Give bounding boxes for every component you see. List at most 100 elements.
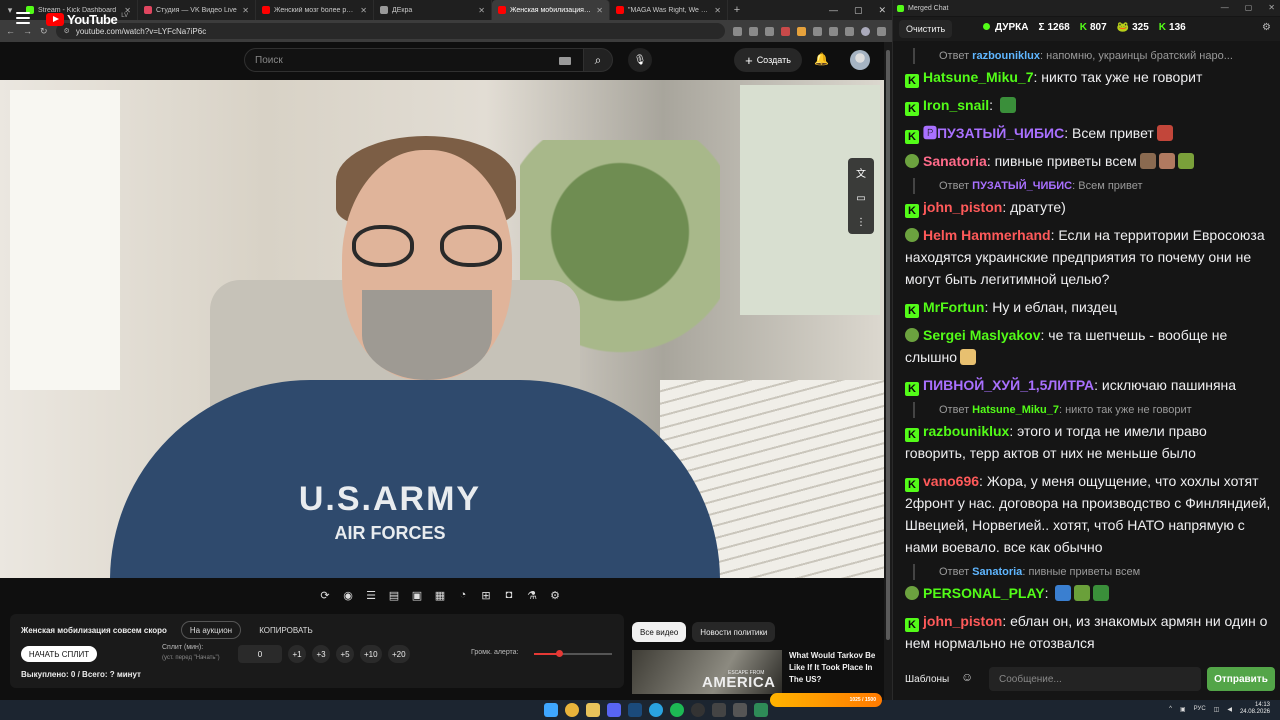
clear-chat-button[interactable]: Очистить	[899, 20, 953, 38]
minimize-icon[interactable]: —	[1221, 3, 1229, 12]
download-icon[interactable]	[845, 26, 854, 36]
reply-to-nick[interactable]: Hatsune_Miku_7	[972, 404, 1059, 416]
copy-button[interactable]: КОПИРОВАТЬ	[250, 621, 322, 639]
youtube-logo[interactable]: YouTube LV	[46, 12, 128, 27]
chat-message-list[interactable]: Ответ razbouniklux: напомню, украинцы бр…	[893, 48, 1280, 658]
settings-gear-icon[interactable]: ⚙	[548, 588, 562, 602]
clock[interactable]: 14:13 24.08.2026	[1240, 702, 1270, 716]
more-vert-icon[interactable]: ⋮	[856, 217, 866, 228]
maximize-icon[interactable]: ▢	[1245, 3, 1253, 12]
site-info-icon[interactable]: ⚙	[64, 27, 70, 35]
loop-icon[interactable]: ⟳	[318, 588, 332, 602]
chat-nick[interactable]: john_piston	[923, 613, 1002, 629]
pip-icon[interactable]: ▣	[410, 588, 424, 602]
network-icon[interactable]: ◫	[1214, 706, 1220, 713]
reply-to-nick[interactable]: ПУЗАТЫЙ_ЧИБИС	[972, 180, 1072, 192]
chat-nick[interactable]: vano696	[923, 473, 979, 489]
hamburger-menu-icon[interactable]	[16, 12, 30, 24]
zoom-icon[interactable]	[733, 26, 742, 36]
volume-icon[interactable]: ◀	[1227, 706, 1232, 713]
alert-volume-handle[interactable]	[555, 650, 563, 657]
send-button[interactable]: Отправить	[1207, 667, 1275, 691]
maximize-icon[interactable]: ▢	[854, 5, 863, 16]
browser-tab[interactable]: Студия — VK Видео Live ✕	[138, 0, 256, 20]
chat-nick[interactable]: 🅿ПУЗАТЫЙ_ЧИБИС	[923, 125, 1064, 141]
audio-icon[interactable]: ◉	[341, 588, 355, 602]
extension-icon[interactable]	[749, 26, 758, 36]
chrome-icon[interactable]	[565, 703, 579, 717]
chat-nick[interactable]: Iron_snail	[923, 97, 989, 113]
chat-nick[interactable]: PERSONAL_PLAY	[923, 585, 1045, 601]
tab-close-icon[interactable]: ✕	[242, 6, 249, 15]
recommendation-title[interactable]: What Would Tarkov Be Like If It Took Pla…	[789, 650, 881, 686]
voice-search-button[interactable]: 🎙	[628, 48, 652, 72]
keyboard-icon[interactable]	[559, 57, 571, 65]
clapper-icon[interactable]: ▤	[387, 588, 401, 602]
start-split-button[interactable]: НАЧАТЬ СПЛИТ	[21, 646, 97, 662]
menu-icon[interactable]	[877, 26, 886, 36]
app-icon[interactable]	[733, 703, 747, 717]
translate-icon[interactable]: 文	[856, 165, 866, 180]
puzzle-icon[interactable]	[829, 26, 838, 36]
forward-icon[interactable]: →	[23, 26, 32, 36]
language-indicator[interactable]: РУС	[1194, 706, 1206, 712]
chat-nick[interactable]: Helm Hammerhand	[923, 227, 1051, 243]
extension-icon[interactable]	[813, 26, 822, 36]
discord-icon[interactable]	[607, 703, 621, 717]
templates-button[interactable]: Шаблоны	[899, 667, 955, 691]
filter-chip[interactable]: Новости политики	[692, 622, 776, 642]
browser-tab[interactable]: Женский мозг более развит ✕	[256, 0, 374, 20]
app-icon[interactable]	[754, 703, 768, 717]
alert-volume-slider[interactable]	[534, 650, 612, 657]
close-icon[interactable]: ✕	[878, 5, 886, 16]
split-increment-button[interactable]: +20	[388, 645, 410, 663]
split-increment-button[interactable]: +1	[288, 645, 306, 663]
extension-icon[interactable]	[781, 26, 790, 36]
create-button[interactable]: + Создать	[734, 48, 802, 72]
chat-nick[interactable]: ПИВНОЙ_ХУЙ_1,5ЛИТРА	[923, 377, 1094, 393]
tray-icon[interactable]: ▣	[1180, 706, 1186, 713]
notifications-bell-icon[interactable]: 🔔	[814, 52, 829, 66]
extension-icon[interactable]	[797, 26, 806, 36]
spotify-icon[interactable]	[670, 703, 684, 717]
chat-nick[interactable]: razbouniklux	[923, 423, 1009, 439]
profile-icon[interactable]	[861, 26, 870, 36]
chat-nick[interactable]: MrFortun	[923, 299, 984, 315]
speed-icon[interactable]: ◔	[456, 588, 470, 602]
split-increment-button[interactable]: +5	[336, 645, 354, 663]
message-input[interactable]	[989, 667, 1201, 691]
playlist-icon[interactable]: ☰	[364, 588, 378, 602]
add-box-icon[interactable]: ⊞	[479, 588, 493, 602]
flask-icon[interactable]: ⚗	[525, 588, 539, 602]
chat-nick[interactable]: Sergei Maslyakov	[923, 327, 1041, 343]
steam-icon[interactable]	[628, 703, 642, 717]
minimize-icon[interactable]: —	[829, 5, 838, 15]
split-increment-button[interactable]: +3	[312, 645, 330, 663]
browser-tab[interactable]: "MAGA Was Right, We Were C✕	[610, 0, 728, 20]
split-increment-button[interactable]: +10	[360, 645, 382, 663]
page-scrollbar[interactable]	[884, 42, 892, 700]
app-icon[interactable]	[712, 703, 726, 717]
chat-settings-icon[interactable]: ⚙	[1262, 22, 1271, 33]
new-tab-button[interactable]: +	[728, 4, 746, 16]
browser-tab[interactable]: ДЕкра ✕	[374, 0, 492, 20]
browser-tab[interactable]: Женская мобилизация совсем ✕	[492, 0, 610, 20]
reply-to-nick[interactable]: Sanatoria	[972, 566, 1022, 578]
recommendation-thumbnail[interactable]: ESCAPE FROM AMERICA	[632, 650, 782, 694]
reply-to-nick[interactable]: razbouniklux	[972, 50, 1040, 62]
url-field[interactable]: ⚙ youtube.com/watch?v=LYFcNa7iP6c	[55, 23, 725, 39]
to-auction-button[interactable]: На аукцион	[181, 621, 241, 639]
close-icon[interactable]: ✕	[1268, 3, 1275, 12]
subtitles-icon[interactable]: ▭	[856, 193, 865, 204]
chat-nick[interactable]: Sanatoria	[923, 153, 987, 169]
search-input[interactable]: Поиск	[244, 48, 584, 72]
search-button[interactable]: ⌕	[583, 48, 613, 72]
emoji-icon[interactable]: ☺	[961, 670, 973, 684]
tab-close-icon[interactable]: ✕	[478, 6, 485, 15]
tab-close-icon[interactable]: ✕	[360, 6, 367, 15]
chat-nick[interactable]: Hatsune_Miku_7	[923, 69, 1033, 85]
tab-close-icon[interactable]: ✕	[714, 6, 721, 15]
meme-party-widget[interactable]: 1025 / 1500	[770, 693, 882, 707]
back-icon[interactable]: ←	[6, 26, 15, 36]
telegram-icon[interactable]	[649, 703, 663, 717]
